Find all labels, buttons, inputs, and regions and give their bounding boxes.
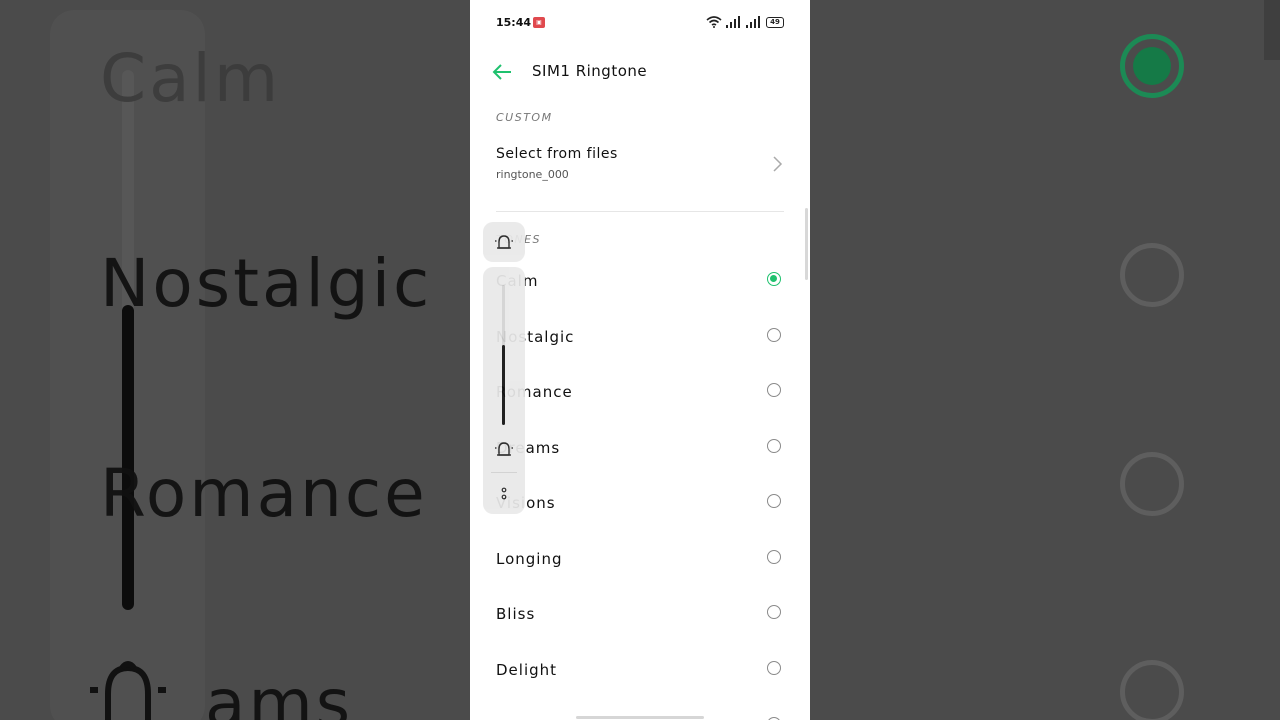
divider xyxy=(491,472,517,473)
select-from-files-row[interactable]: Select from files ringtone_000 xyxy=(470,140,810,196)
status-time: 15:44 xyxy=(496,16,532,29)
bg-bell-icon xyxy=(90,661,166,720)
select-from-files-title: Select from files xyxy=(496,146,618,162)
more-options-icon[interactable] xyxy=(498,485,510,503)
page-title: SIM1 Ringtone xyxy=(532,62,648,80)
bg-tone-nostalgic: Nostalgic xyxy=(100,245,433,322)
bg-tone-calm: Calm xyxy=(100,40,282,117)
bell-icon xyxy=(495,442,513,456)
tone-label: Delight xyxy=(496,661,558,679)
status-bar: 15:44 ▣ 49 xyxy=(470,0,810,45)
status-icons: 49 xyxy=(706,16,786,30)
battery-icon: 49 xyxy=(766,17,784,28)
tone-item-delight[interactable]: Delight xyxy=(470,643,810,699)
bg-tone-dreams: ams xyxy=(205,665,354,720)
bg-radio xyxy=(1120,660,1184,720)
custom-section-header: CUSTOM xyxy=(496,111,553,124)
radio-button[interactable] xyxy=(767,494,781,508)
radio-button[interactable] xyxy=(767,439,781,453)
radio-button[interactable] xyxy=(767,605,781,619)
signal-icon xyxy=(746,16,760,28)
tone-item-longing[interactable]: Longing xyxy=(470,532,810,588)
chevron-right-icon xyxy=(773,156,783,172)
radio-button[interactable] xyxy=(767,661,781,675)
select-from-files-subtitle: ringtone_000 xyxy=(496,168,569,181)
wifi-icon xyxy=(706,16,722,28)
scrollbar[interactable] xyxy=(805,208,808,280)
back-arrow-icon[interactable] xyxy=(490,60,514,84)
tone-label: Bliss xyxy=(496,605,536,623)
radio-button[interactable] xyxy=(767,383,781,397)
tone-label: Longing xyxy=(496,550,563,568)
bg-tone-romance: Romance xyxy=(100,455,428,532)
bg-radio xyxy=(1120,243,1184,307)
ringer-mode-button[interactable] xyxy=(483,222,525,262)
signal-icon xyxy=(726,16,740,28)
divider xyxy=(496,211,784,212)
app-bar: SIM1 Ringtone xyxy=(470,50,810,94)
radio-button[interactable] xyxy=(767,328,781,342)
bg-radio-selected xyxy=(1120,34,1184,98)
recording-icon: ▣ xyxy=(533,17,545,28)
radio-button[interactable] xyxy=(767,550,781,564)
bg-radio xyxy=(1120,452,1184,516)
volume-panel xyxy=(483,267,525,514)
home-indicator[interactable] xyxy=(576,716,704,719)
bg-edge xyxy=(1264,0,1280,60)
bell-icon xyxy=(495,235,513,249)
radio-button-selected[interactable] xyxy=(767,272,781,286)
volume-slider-fill xyxy=(502,345,505,425)
tone-item-bliss[interactable]: Bliss xyxy=(470,587,810,643)
